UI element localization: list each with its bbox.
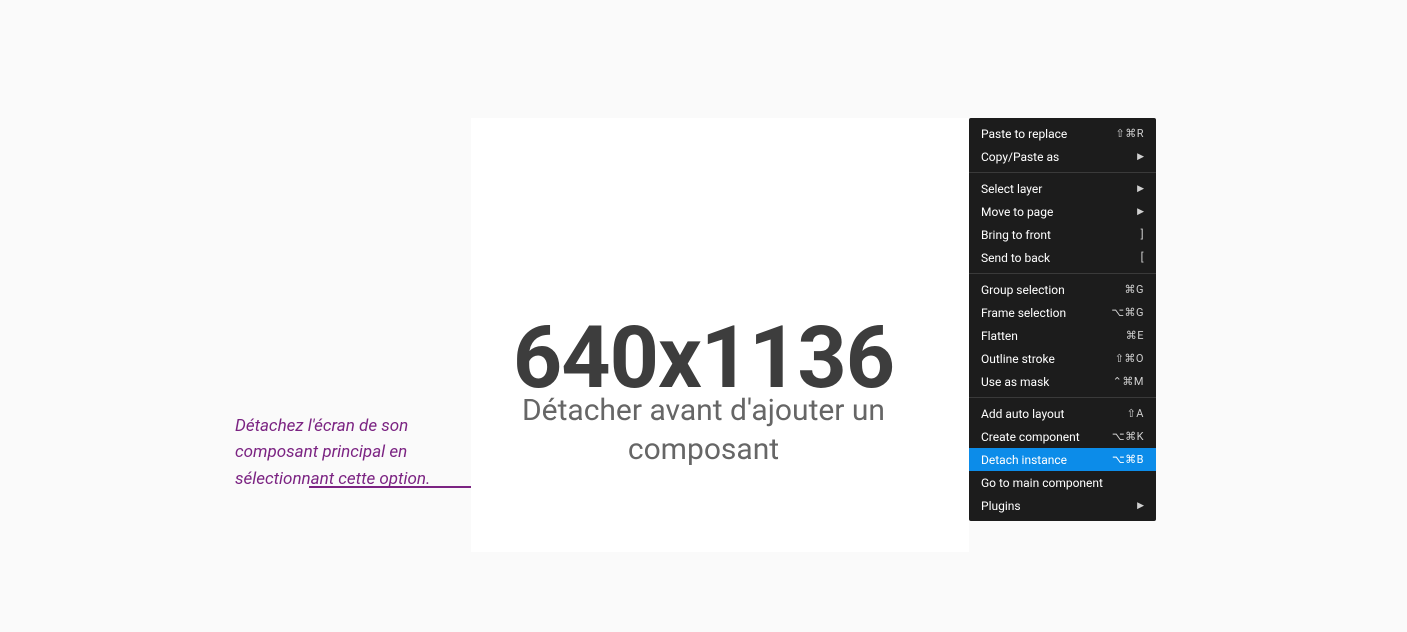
content-container: Détachez l'écran de son composant princi… xyxy=(18,15,1389,617)
menu-item-flatten[interactable]: Flatten ⌘E xyxy=(969,324,1156,347)
menu-item-label: Add auto layout xyxy=(981,407,1064,421)
menu-item-shortcut: ⇧A xyxy=(1127,407,1144,420)
menu-item-shortcut: ⇧⌘O xyxy=(1115,352,1144,365)
menu-item-paste-to-replace[interactable]: Paste to replace ⇧⌘R xyxy=(969,122,1156,145)
chevron-right-icon: ▶ xyxy=(1137,184,1144,194)
menu-item-label: Paste to replace xyxy=(981,127,1067,141)
menu-item-label: Send to back xyxy=(981,251,1050,265)
menu-item-shortcut: ⌥⌘G xyxy=(1111,306,1144,319)
menu-item-label: Use as mask xyxy=(981,375,1049,389)
menu-item-label: Bring to front xyxy=(981,228,1051,242)
menu-item-label: Plugins xyxy=(981,499,1021,513)
menu-item-use-as-mask[interactable]: Use as mask ⌃⌘M xyxy=(969,370,1156,393)
menu-divider xyxy=(969,273,1156,274)
menu-item-label: Go to main component xyxy=(981,476,1103,490)
menu-item-label: Select layer xyxy=(981,182,1042,196)
menu-item-copy-paste-as[interactable]: Copy/Paste as ▶ xyxy=(969,145,1156,168)
menu-item-bring-to-front[interactable]: Bring to front] xyxy=(969,223,1156,246)
menu-divider xyxy=(969,397,1156,398)
menu-item-frame-selection[interactable]: Frame selection ⌥⌘G xyxy=(969,301,1156,324)
menu-divider xyxy=(969,172,1156,173)
chevron-right-icon: ▶ xyxy=(1137,501,1144,511)
menu-item-detach-instance[interactable]: Detach instance ⌥⌘B xyxy=(969,448,1156,471)
menu-item-plugins[interactable]: Plugins ▶ xyxy=(969,494,1156,517)
menu-item-go-to-main-component[interactable]: Go to main component xyxy=(969,471,1156,494)
menu-item-shortcut: ⌥⌘K xyxy=(1112,430,1144,443)
menu-item-shortcut: ⌥⌘B xyxy=(1112,453,1144,466)
menu-item-label: Frame selection xyxy=(981,306,1066,320)
menu-item-label: Copy/Paste as xyxy=(981,150,1059,164)
menu-item-shortcut: ⌘E xyxy=(1126,329,1144,342)
menu-item-move-to-page[interactable]: Move to page ▶ xyxy=(969,200,1156,223)
menu-item-label: Create component xyxy=(981,430,1080,444)
menu-item-shortcut: ] xyxy=(1141,228,1144,241)
chevron-right-icon: ▶ xyxy=(1137,152,1144,162)
menu-item-label: Move to page xyxy=(981,205,1053,219)
menu-item-shortcut: [ xyxy=(1141,251,1144,264)
menu-item-outline-stroke[interactable]: Outline stroke ⇧⌘O xyxy=(969,347,1156,370)
menu-item-select-layer[interactable]: Select layer ▶ xyxy=(969,177,1156,200)
menu-item-label: Outline stroke xyxy=(981,352,1055,366)
menu-item-add-auto-layout[interactable]: Add auto layout ⇧A xyxy=(969,402,1156,425)
menu-item-label: Group selection xyxy=(981,283,1065,297)
menu-item-group-selection[interactable]: Group selection ⌘G xyxy=(969,278,1156,301)
menu-item-shortcut: ⌃⌘M xyxy=(1113,375,1144,388)
menu-item-shortcut: ⌘G xyxy=(1125,283,1145,296)
menu-item-shortcut: ⇧⌘R xyxy=(1116,127,1145,140)
chevron-right-icon: ▶ xyxy=(1137,207,1144,217)
menu-item-label: Detach instance xyxy=(981,453,1067,467)
annotation-caption: Détachez l'écran de son composant princi… xyxy=(235,413,485,492)
menu-item-create-component[interactable]: Create component ⌥⌘K xyxy=(969,425,1156,448)
menu-item-label: Flatten xyxy=(981,329,1018,343)
context-menu: Paste to replace⇧⌘RCopy/Paste as▶Select … xyxy=(969,118,1156,521)
placeholder-instruction: Détacher avant d'ajouter un composant xyxy=(474,391,934,469)
menu-item-send-to-back[interactable]: Send to back [ xyxy=(969,246,1156,269)
